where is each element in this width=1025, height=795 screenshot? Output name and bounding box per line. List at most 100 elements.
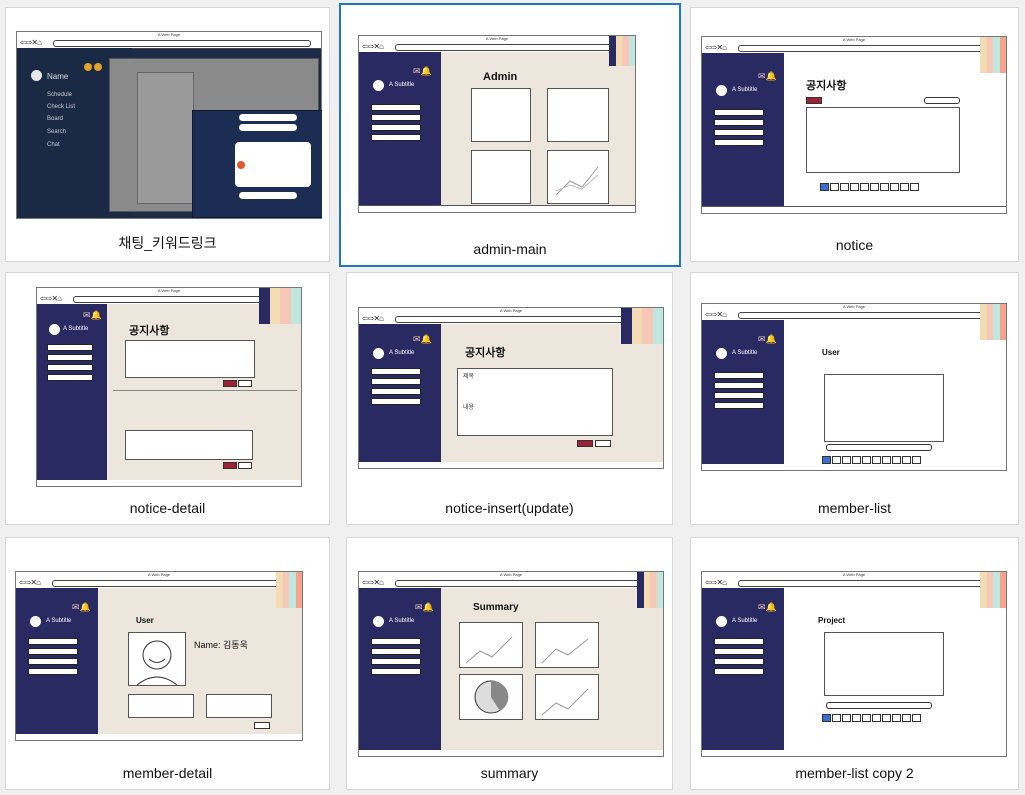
avatar: [30, 616, 41, 627]
thumbnail-summary: A Web Page ⇦⇨✕⌂ A Subtitle ✉🔔 Summary: [358, 571, 664, 757]
thumbnail-chat: A Web Page ⇦⇨✕⌂ Name Schedule Check List…: [16, 31, 322, 219]
label-content: 내용: [463, 405, 475, 411]
avatar: [716, 348, 727, 359]
pagination[interactable]: [822, 456, 921, 464]
chart-panel: [535, 674, 599, 720]
subtitle: A Subtitle: [46, 618, 72, 624]
color-strip: [980, 37, 1006, 73]
avatar: [373, 616, 384, 627]
label-title: 제목: [463, 374, 475, 380]
color-strip: [259, 288, 301, 324]
finished-projects: [206, 694, 272, 718]
comment-input[interactable]: [125, 430, 253, 460]
table-panel: [471, 150, 531, 204]
page-tile-admin-main[interactable]: A Web Page ⇦⇨✕⌂ A Subtitle ✉🔔 Admin admi…: [339, 3, 681, 267]
search-input[interactable]: [826, 702, 932, 709]
avatar: [716, 85, 727, 96]
notice-body: [125, 340, 255, 378]
thumbnail-notice-detail: A Web Page ⇦⇨✕⌂ A Subtitle ✉🔔 공지사항: [36, 287, 302, 487]
menu-board[interactable]: Board: [47, 116, 63, 122]
menu-checklist[interactable]: Check List: [47, 104, 75, 110]
mail-bell-icon: ✉🔔: [83, 310, 102, 320]
page-tile-notice-detail[interactable]: A Web Page ⇦⇨✕⌂ A Subtitle ✉🔔 공지사항 notic…: [5, 272, 330, 525]
tile-caption: 채팅_키워드링크: [118, 235, 217, 251]
subtitle: A Subtitle: [389, 618, 415, 624]
mail-bell-icon: ✉🔔: [413, 66, 432, 76]
menu-schedule[interactable]: Schedule: [47, 92, 72, 98]
chat-name: Name: [47, 72, 69, 81]
mail-bell-icon: ✉🔔: [758, 334, 777, 344]
color-strip: [621, 308, 663, 344]
page-tile-member-list-copy-2[interactable]: A Web Page ⇦⇨✕⌂ A Subtitle ✉🔔 Project me…: [690, 537, 1019, 790]
pagination[interactable]: [822, 714, 921, 722]
menu-search[interactable]: Search: [47, 129, 66, 135]
color-strip: [980, 572, 1006, 608]
page-title: User: [822, 348, 840, 357]
tile-caption: member-list copy 2: [795, 765, 914, 781]
color-strip: [609, 36, 635, 66]
avatar: [31, 70, 42, 81]
subtitle: A Subtitle: [389, 82, 415, 88]
line-chart: [541, 688, 589, 716]
chart-panel: [535, 622, 599, 668]
thumbnail-member-detail: A Web Page ⇦⇨✕⌂ A Subtitle ✉🔔 User Name:…: [15, 571, 303, 741]
sidebar-combobox[interactable]: [371, 124, 421, 131]
mail-bell-icon: ✉🔔: [72, 602, 91, 612]
sidebar-combobox[interactable]: [371, 134, 421, 141]
page-tile-chat[interactable]: A Web Page ⇦⇨✕⌂ Name Schedule Check List…: [5, 7, 330, 262]
page-tile-notice[interactable]: A Web Page ⇦⇨✕⌂ A Subtitle ✉🔔 공지사항 notic…: [690, 7, 1019, 262]
avatar: [373, 348, 384, 359]
write-button[interactable]: [806, 97, 822, 104]
chart-panel: [459, 622, 523, 668]
pie-chart: [474, 680, 509, 714]
tile-caption: notice-insert(update): [445, 500, 574, 516]
url-field: [53, 40, 311, 47]
cancel-button[interactable]: [595, 440, 611, 447]
thumbnail-admin-main: A Web Page ⇦⇨✕⌂ A Subtitle ✉🔔 Admin: [358, 35, 636, 213]
page-title: Summary: [473, 602, 519, 613]
subtitle: A Subtitle: [389, 350, 415, 356]
page-tile-member-detail[interactable]: A Web Page ⇦⇨✕⌂ A Subtitle ✉🔔 User Name:…: [5, 537, 330, 790]
subtitle: A Subtitle: [732, 618, 758, 624]
menu-chat[interactable]: Chat: [47, 142, 60, 148]
page-title: Project: [818, 616, 846, 625]
summary-chart-panel: [547, 150, 609, 204]
page-tile-notice-insert[interactable]: A Web Page ⇦⇨✕⌂ A Subtitle ✉🔔 공지사항 제목 내용: [346, 272, 673, 525]
avatar: [716, 616, 727, 627]
chart-panel: [459, 674, 523, 720]
page-title: 공지사항: [129, 325, 170, 337]
thumbnail-grid: A Web Page ⇦⇨✕⌂ Name Schedule Check List…: [0, 0, 1025, 795]
tile-caption: member-detail: [122, 765, 213, 781]
page-title: Admin: [483, 71, 518, 83]
member-table: [824, 374, 944, 442]
insert-form: [457, 368, 613, 436]
joined-projects: [128, 694, 194, 718]
face-icon: [136, 640, 178, 686]
page-title: 공지사항: [806, 80, 847, 92]
submit-button[interactable]: [577, 440, 593, 447]
page-title: User: [136, 616, 154, 625]
line-chart: [465, 636, 513, 664]
sidebar-combobox[interactable]: [371, 104, 421, 111]
subtitle: A Subtitle: [732, 350, 758, 356]
tile-caption: summary: [480, 765, 539, 781]
member-name: Name: 김동욱: [194, 640, 248, 650]
color-strip: [980, 304, 1006, 340]
tile-caption: member-list: [817, 500, 892, 516]
page-tile-summary[interactable]: A Web Page ⇦⇨✕⌂ A Subtitle ✉🔔 Summary su…: [346, 537, 673, 790]
search-input[interactable]: [924, 97, 960, 104]
page-tile-member-list[interactable]: A Web Page ⇦⇨✕⌂ A Subtitle ✉🔔 User membe…: [690, 272, 1019, 525]
table-panel: [471, 88, 531, 142]
avatar: [49, 324, 60, 335]
profile-image: [128, 632, 186, 686]
subtitle: A Subtitle: [63, 326, 89, 332]
notice-table: [806, 107, 960, 173]
search-input[interactable]: [826, 444, 932, 451]
back-button[interactable]: [254, 722, 270, 729]
browser-nav-icons: ⇦⇨✕⌂: [20, 38, 42, 47]
tile-caption: notice-detail: [129, 500, 206, 516]
pagination[interactable]: [820, 183, 919, 191]
sidebar-combobox[interactable]: [371, 114, 421, 121]
project-table: [824, 632, 944, 696]
thumbnail-member-list-copy-2: A Web Page ⇦⇨✕⌂ A Subtitle ✉🔔 Project: [701, 571, 1007, 757]
